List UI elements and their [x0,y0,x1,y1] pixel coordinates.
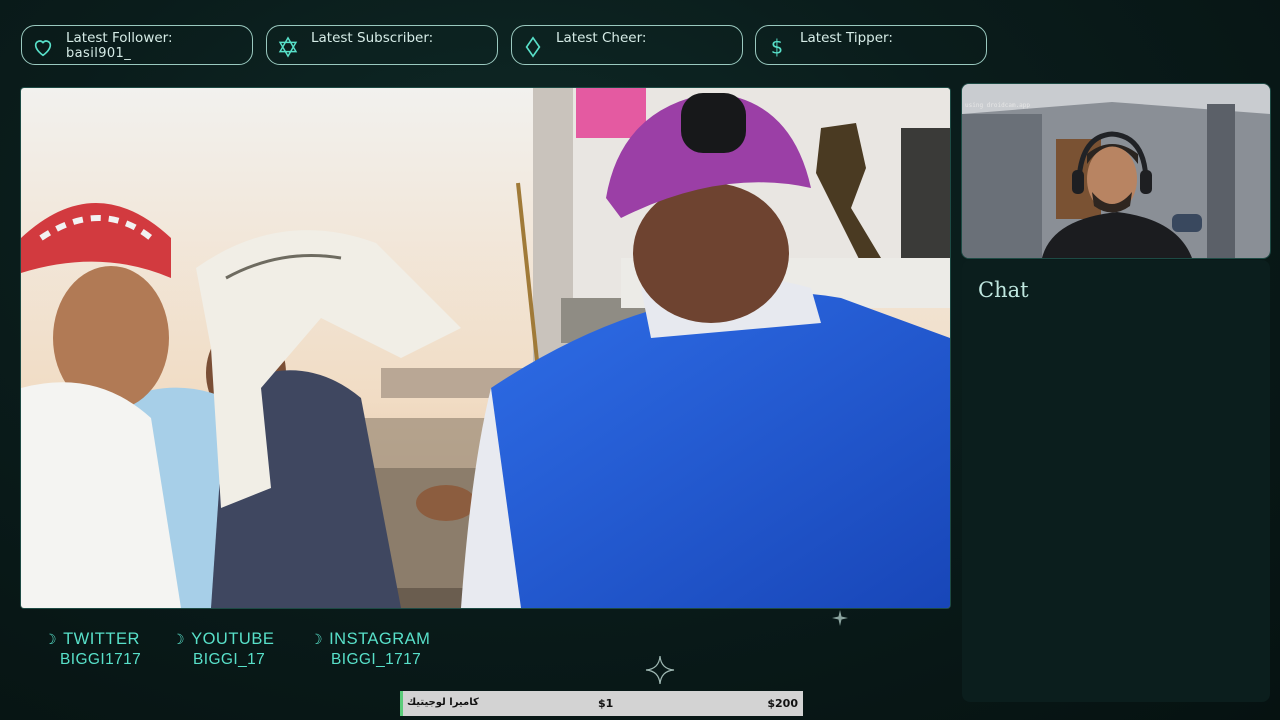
latest-subscriber-pill: Latest Subscriber: [266,25,498,65]
social-handle: BIGGI_1717 [331,651,422,668]
svg-text:$: $ [771,36,783,58]
social-youtube: ☽ YOUTUBE BIGGI_17 [172,630,274,669]
goal-current: $1 [598,697,614,710]
crescent-icon: ☽ [310,631,324,647]
video-scene [21,88,950,608]
donation-goal-bar: كاميرا لوجيتيك $1 $200 [400,691,803,716]
crescent-icon: ☽ [44,631,58,647]
social-handle: BIGGI_17 [193,651,266,668]
chat-title: Chat [978,278,1029,302]
social-twitter: ☽ TWITTER BIGGI1717 [44,630,141,669]
latest-subscriber-label: Latest Subscriber: [311,30,434,46]
social-handle: BIGGI1717 [60,651,142,668]
goal-title: كاميرا لوجيتيك [407,697,479,708]
star-of-david-icon [278,36,298,58]
latest-tipper-pill: $ Latest Tipper: [755,25,987,65]
sparkle-icon [645,655,675,685]
latest-follower-pill: Latest Follower: basil901_ [21,25,253,65]
webcam-feed: using droidcam.app [961,83,1271,259]
crescent-icon: ☽ [172,631,186,647]
latest-follower-value: basil901_ [66,46,132,61]
dollar-icon: $ [771,36,783,58]
goal-target: $200 [767,697,798,710]
chat-panel: Chat [962,260,1270,702]
latest-cheer-pill: Latest Cheer: [511,25,743,65]
social-platform: INSTAGRAM [329,630,431,648]
latest-cheer-label: Latest Cheer: [556,30,647,46]
latest-follower-label: Latest Follower: [66,30,173,46]
social-instagram: ☽ INSTAGRAM BIGGI_1717 [310,630,430,669]
main-video-feed [20,87,951,609]
latest-tipper-label: Latest Tipper: [800,30,893,46]
social-platform: TWITTER [63,630,140,648]
webcam-caption: using droidcam.app [965,102,1031,109]
diamond-icon [525,36,541,58]
social-platform: YOUTUBE [191,630,275,648]
webcam-scene [962,84,1270,258]
heart-icon [34,40,52,57]
sparkle-icon [832,610,848,626]
